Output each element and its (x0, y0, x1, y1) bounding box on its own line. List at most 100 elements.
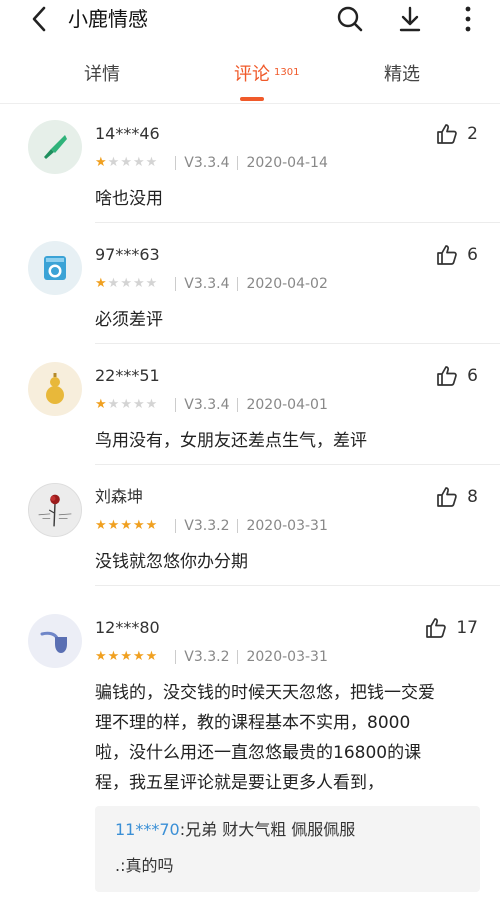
search-button[interactable] (334, 3, 366, 35)
star-rating: ★ ★ ★ ★ ★ (95, 519, 157, 533)
star-rating: ★ ★ ★ ★ ★ (95, 277, 157, 291)
star-rating: ★ ★ ★ ★ ★ (95, 398, 157, 412)
rose-photo-avatar (29, 484, 81, 536)
reply-text: :兄弟 财大气粗 佩服佩服 (179, 820, 356, 839)
app-version: V3.3.2 (184, 649, 230, 665)
star-icon: ★ (145, 649, 158, 664)
like-button[interactable]: 8 (435, 485, 478, 509)
review-content: 啥也没用 (95, 189, 163, 209)
knife-icon (44, 135, 67, 159)
like-button[interactable]: 6 (435, 364, 478, 388)
star-icon: ★ (107, 518, 120, 533)
like-count: 6 (467, 366, 478, 386)
like-button[interactable]: 6 (435, 243, 478, 267)
like-button[interactable]: 17 (424, 616, 478, 640)
star-icon: ★ (107, 397, 120, 412)
review-meta: ★ ★ ★ ★ ★ V3.3.4 2020-04-14 (95, 154, 328, 172)
more-vertical-icon (465, 6, 471, 32)
reply-item: .:真的吗 (115, 855, 173, 877)
star-icon: ★ (145, 276, 158, 291)
star-icon: ★ (132, 155, 145, 170)
star-icon: ★ (145, 155, 158, 170)
review-username: 14***46 (95, 124, 160, 143)
star-icon: ★ (107, 276, 120, 291)
star-icon: ★ (145, 518, 158, 533)
star-icon: ★ (120, 397, 132, 412)
thumbs-up-icon (426, 618, 447, 638)
star-icon: ★ (132, 518, 145, 533)
review-date: 2020-04-01 (246, 397, 328, 413)
download-button[interactable] (394, 3, 426, 35)
reply-username[interactable]: 11***70 (115, 820, 180, 839)
review-content-line: 程，我五星评论就是要让更多人看到， (95, 773, 384, 793)
app-version: V3.3.4 (184, 397, 230, 413)
download-icon (399, 6, 421, 32)
tab-details[interactable]: 详情 (84, 63, 120, 87)
review-date: 2020-03-31 (246, 649, 328, 665)
star-rating: ★ ★ ★ ★ ★ (95, 156, 157, 170)
star-icon: ★ (120, 155, 132, 170)
review-meta: ★ ★ ★ ★ ★ V3.3.4 2020-04-02 (95, 275, 328, 293)
like-count: 2 (467, 124, 478, 144)
review-date: 2020-03-31 (246, 518, 328, 534)
review-username: 12***80 (95, 618, 160, 637)
back-button[interactable] (26, 4, 52, 34)
review-date: 2020-04-14 (246, 155, 328, 171)
avatar[interactable] (28, 614, 82, 668)
avatar[interactable] (28, 120, 82, 174)
review-date: 2020-04-02 (246, 276, 328, 292)
review-content-line: 啦，没什么用还一直忽悠最贵的16800的课 (95, 743, 422, 763)
washing-machine-icon (44, 256, 66, 280)
review-content-line: 骗钱的，没交钱的时候天天忽悠，把钱一交爱 (95, 683, 435, 703)
tab-featured[interactable]: 精选 (384, 63, 420, 87)
review-content: 骗钱的，没交钱的时候天天忽悠，把钱一交爱 理不理的样，教的课程基本不实用，800… (95, 678, 485, 798)
gourd-icon (46, 373, 64, 404)
review-item: 22***51 6 ★ ★ ★ ★ ★ V3.3.4 2020-04-01 鸟用没有，女… (0, 346, 500, 466)
like-button[interactable]: 2 (435, 122, 478, 146)
star-icon: ★ (132, 276, 145, 291)
review-meta: ★ ★ ★ ★ ★ V3.3.2 2020-03-31 (95, 517, 328, 535)
star-icon: ★ (120, 276, 132, 291)
thumbs-up-icon (437, 366, 457, 386)
star-icon: ★ (107, 155, 120, 170)
review-meta: ★ ★ ★ ★ ★ V3.3.2 2020-03-31 (95, 648, 328, 666)
review-content: 必须差评 (95, 310, 163, 330)
more-button[interactable] (452, 3, 484, 35)
star-icon: ★ (95, 276, 107, 291)
thumbs-up-icon (437, 487, 457, 507)
app-version: V3.3.4 (184, 276, 230, 292)
replies-box[interactable]: 11***70:兄弟 财大气粗 佩服佩服 .:真的吗 (95, 806, 480, 892)
thumbs-up-icon (437, 124, 457, 144)
star-icon: ★ (95, 518, 107, 533)
app-version: V3.3.4 (184, 155, 230, 171)
divider (95, 343, 500, 344)
thumbs-up-icon (437, 245, 457, 265)
review-meta: ★ ★ ★ ★ ★ V3.3.4 2020-04-01 (95, 396, 328, 414)
tab-comments[interactable]: 评论 (234, 63, 270, 87)
pipe-icon (40, 631, 67, 653)
avatar[interactable] (28, 362, 82, 416)
like-count: 8 (467, 487, 478, 507)
comment-count-badge: 1301 (274, 67, 300, 78)
star-icon: ★ (145, 397, 158, 412)
star-icon: ★ (95, 155, 107, 170)
top-bar: 小鹿情感 (0, 0, 500, 40)
review-item: 12***80 17 ★ ★ ★ ★ ★ V3.3.2 2020-03-31 骗钱的，没… (0, 598, 500, 915)
reply-text: .:真的吗 (115, 856, 174, 875)
avatar[interactable] (28, 241, 82, 295)
star-icon: ★ (120, 649, 132, 664)
divider (95, 464, 500, 465)
star-icon: ★ (132, 397, 145, 412)
review-username: 刘森坤 (95, 487, 144, 506)
avatar[interactable] (28, 483, 82, 537)
star-icon: ★ (107, 649, 120, 664)
divider (95, 222, 500, 223)
review-content: 鸟用没有，女朋友还差点生气，差评 (95, 431, 367, 451)
divider (95, 585, 500, 586)
active-tab-indicator (240, 97, 264, 101)
search-icon (337, 6, 363, 32)
like-count: 6 (467, 245, 478, 265)
star-icon: ★ (95, 649, 107, 664)
page-title: 小鹿情感 (68, 7, 148, 31)
star-icon: ★ (120, 518, 132, 533)
